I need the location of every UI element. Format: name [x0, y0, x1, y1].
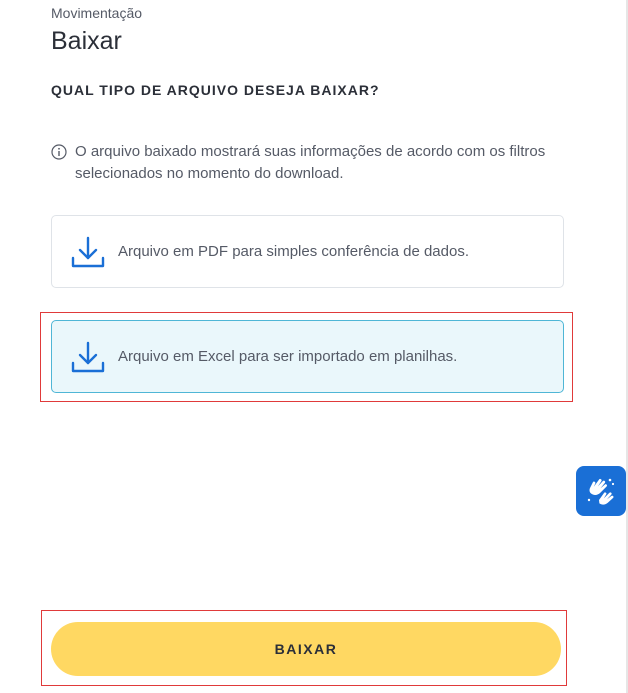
info-text: O arquivo baixado mostrará suas informaç…	[75, 143, 546, 182]
file-type-question: QUAL TIPO DE ARQUIVO DESEJA BAIXAR?	[51, 82, 380, 98]
page-title: Baixar	[51, 27, 122, 55]
info-message: O arquivo baixado mostrará suas informaç…	[51, 141, 571, 185]
breadcrumb: Movimentação	[51, 5, 143, 21]
option-pdf-label: Arquivo em PDF para simples conferência …	[118, 243, 470, 260]
sign-language-hands-icon	[587, 478, 615, 505]
download-button[interactable]: BAIXAR	[51, 622, 561, 676]
option-pdf[interactable]: Arquivo em PDF para simples conferência …	[51, 215, 564, 288]
option-excel-label: Arquivo em Excel para ser importado em p…	[118, 348, 458, 365]
option-excel[interactable]: Arquivo em Excel para ser importado em p…	[51, 320, 564, 393]
info-icon	[51, 144, 67, 160]
download-icon	[71, 341, 105, 372]
accessibility-libras-button[interactable]	[576, 466, 626, 516]
download-icon	[71, 236, 105, 267]
download-page: Movimentação Baixar QUAL TIPO DE ARQUIVO…	[0, 0, 628, 693]
